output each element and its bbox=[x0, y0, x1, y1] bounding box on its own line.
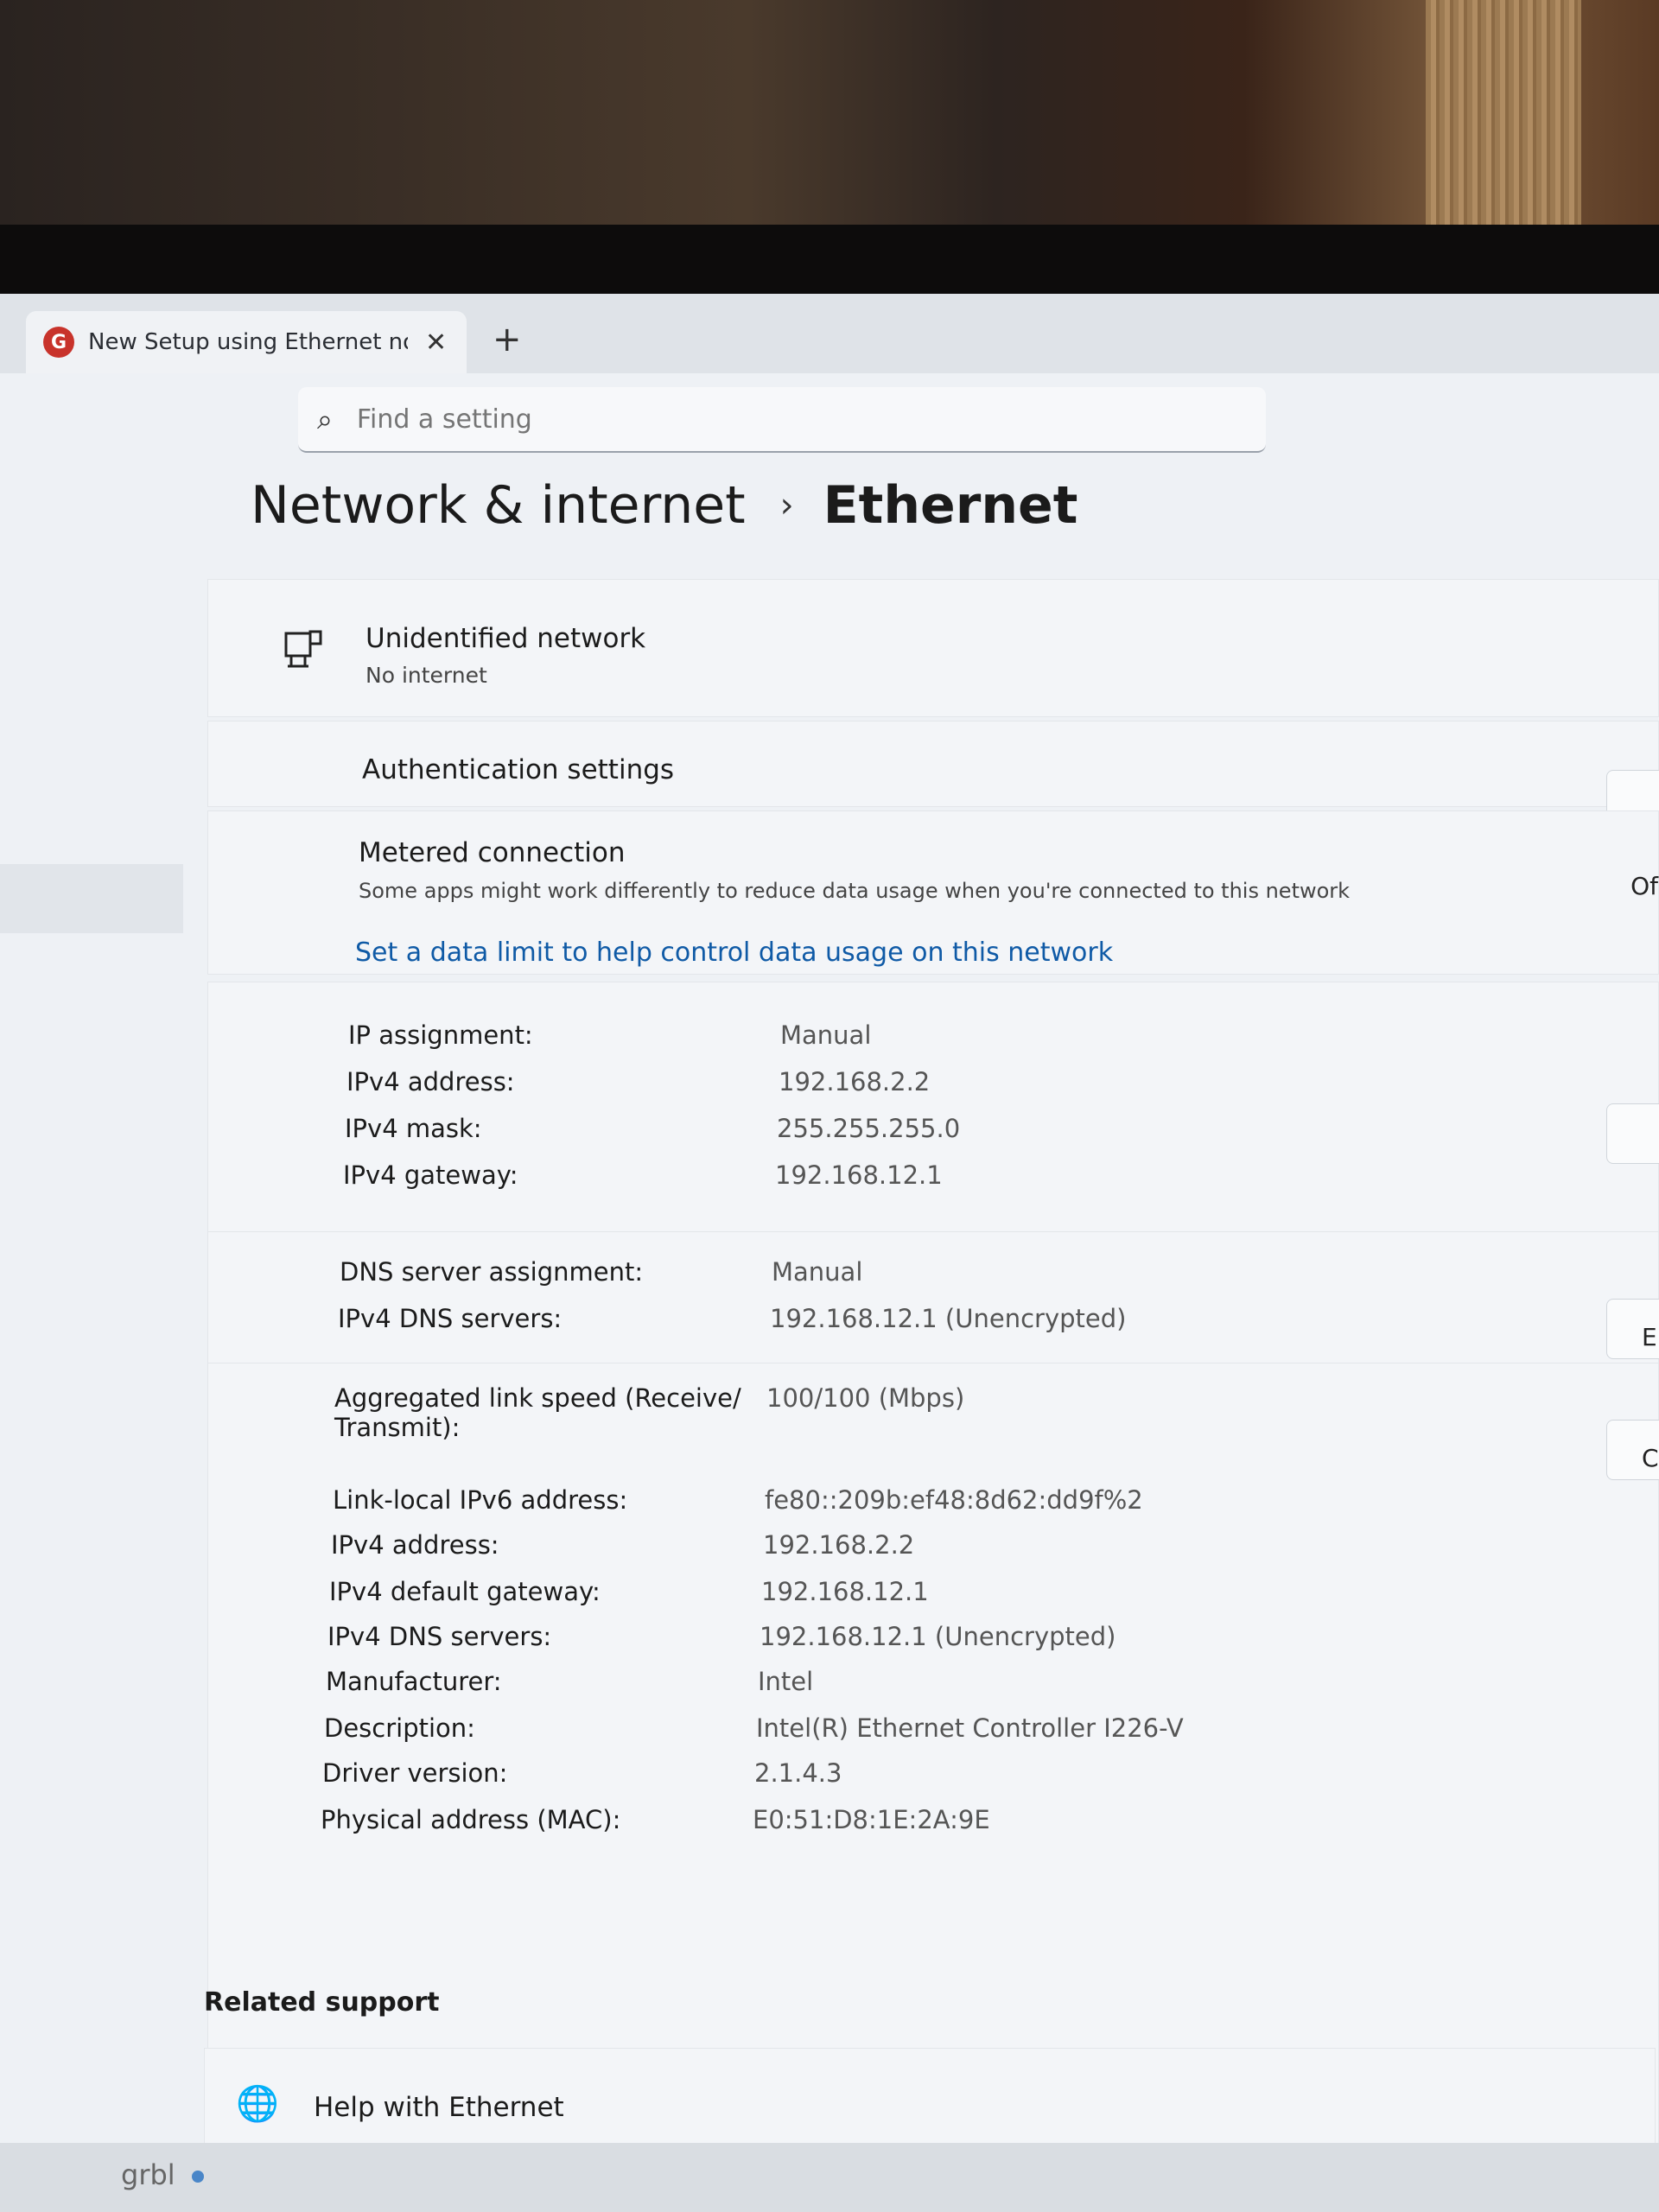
related-support-title: Related support bbox=[204, 1987, 440, 2018]
prop-row: Description: Intel(R) Ethernet Controller… bbox=[324, 1713, 1184, 1743]
properties-card: IP assignment: Manual IPv4 address: 192.… bbox=[207, 982, 1659, 2212]
prop-value: E0:51:D8:1E:2A:9E bbox=[753, 1805, 990, 1834]
prop-row: Driver version: 2.1.4.3 bbox=[322, 1758, 842, 1788]
breadcrumb-parent[interactable]: Network & internet bbox=[251, 475, 746, 536]
prop-label: Description: bbox=[324, 1713, 475, 1743]
globe-icon: 🌐 bbox=[236, 2084, 279, 2124]
network-name: Unidentified network bbox=[365, 623, 646, 654]
search-input[interactable] bbox=[356, 404, 1135, 435]
prop-value: 192.168.12.1 (Unencrypted) bbox=[760, 1622, 1116, 1651]
network-status-card: Unidentified network No internet bbox=[207, 579, 1659, 717]
sidebar-selected-item[interactable] bbox=[0, 864, 183, 933]
search-icon: ⌕ bbox=[317, 402, 333, 435]
prop-value: 2.1.4.3 bbox=[754, 1758, 842, 1788]
prop-row: IPv4 address: 192.168.2.2 bbox=[331, 1530, 914, 1560]
authentication-settings-label: Authentication settings bbox=[362, 754, 675, 785]
prop-ipv4-address: IPv4 address: 192.168.2.2 bbox=[346, 1067, 930, 1096]
metered-connection-title: Metered connection bbox=[359, 837, 626, 868]
prop-label: Manufacturer: bbox=[326, 1667, 502, 1696]
metered-connection-row: Metered connection Some apps might work … bbox=[207, 810, 1659, 975]
prop-value: 192.168.12.1 (Unencrypted) bbox=[770, 1304, 1127, 1333]
prop-row: Link-local IPv6 address: fe80::209b:ef48:… bbox=[333, 1485, 1143, 1515]
prop-row: IPv4 default gateway: 192.168.12.1 bbox=[329, 1577, 929, 1606]
network-status: No internet bbox=[365, 663, 487, 688]
prop-value: fe80::209b:ef48:8d62:dd9f%2 bbox=[765, 1485, 1143, 1515]
prop-label: IP assignment: bbox=[348, 1020, 533, 1050]
metered-connection-toggle[interactable]: Of bbox=[1630, 872, 1658, 900]
help-with-ethernet-label: Help with Ethernet bbox=[314, 2092, 564, 2123]
authentication-settings-row[interactable]: Authentication settings bbox=[207, 721, 1659, 830]
prop-ip-assignment: IP assignment: Manual bbox=[348, 1020, 871, 1050]
prop-value: 192.168.12.1 bbox=[761, 1577, 929, 1606]
copy-button[interactable]: C bbox=[1606, 1420, 1659, 1480]
prop-label: Physical address (MAC): bbox=[321, 1805, 621, 1834]
prop-label: Driver version: bbox=[322, 1758, 508, 1788]
prop-row: Physical address (MAC): E0:51:D8:1E:2A:9E bbox=[321, 1805, 990, 1834]
taskbar-label[interactable]: grbl bbox=[121, 2158, 175, 2191]
prop-label: Aggregated link speed (Receive/ Transmit… bbox=[334, 1383, 741, 1442]
prop-value: 192.168.2.2 bbox=[779, 1067, 931, 1096]
prop-label: IPv4 address: bbox=[331, 1530, 499, 1560]
breadcrumb: Network & internet › Ethernet bbox=[251, 475, 1077, 536]
browser-tabbar: G New Setup using Ethernet not c ✕ + bbox=[0, 294, 1659, 373]
metered-connection-description: Some apps might work differently to redu… bbox=[359, 879, 1351, 903]
prop-label: IPv4 gateway: bbox=[343, 1160, 518, 1190]
prop-label: IPv4 address: bbox=[346, 1067, 515, 1096]
prop-label: IPv4 DNS servers: bbox=[327, 1622, 552, 1651]
prop-value: Intel bbox=[758, 1667, 814, 1696]
settings-screen: G New Setup using Ethernet not c ✕ + ⌕ N… bbox=[0, 294, 1659, 2212]
prop-value: 255.255.255.0 bbox=[777, 1114, 961, 1143]
prop-value: Manual bbox=[780, 1020, 872, 1050]
browser-tab[interactable]: G New Setup using Ethernet not c ✕ bbox=[26, 311, 467, 373]
search-box[interactable]: ⌕ bbox=[298, 387, 1266, 453]
prop-label: Link-local IPv6 address: bbox=[333, 1485, 628, 1515]
prop-label: DNS server assignment: bbox=[340, 1257, 644, 1287]
prop-row: IPv4 DNS servers: 192.168.12.1 (Unencrypt… bbox=[327, 1622, 1116, 1651]
prop-ipv4-mask: IPv4 mask: 255.255.255.0 bbox=[345, 1114, 960, 1143]
ip-edit-button[interactable] bbox=[1606, 1103, 1659, 1164]
prop-ipv4-gateway: IPv4 gateway: 192.168.12.1 bbox=[343, 1160, 943, 1190]
browser-logo-icon: G bbox=[43, 327, 74, 358]
prop-value: 192.168.2.2 bbox=[763, 1530, 915, 1560]
prop-row: Manufacturer: Intel bbox=[326, 1667, 813, 1696]
page-title: Ethernet bbox=[823, 475, 1078, 536]
prop-value: 100/100 (Mbps) bbox=[766, 1383, 965, 1413]
new-tab-button[interactable]: + bbox=[493, 320, 522, 359]
prop-row: Aggregated link speed (Receive/ Transmit… bbox=[334, 1383, 964, 1442]
prop-value: Intel(R) Ethernet Controller I226-V bbox=[756, 1713, 1184, 1743]
chevron-right-icon: › bbox=[779, 486, 794, 525]
prop-label: IPv4 mask: bbox=[345, 1114, 482, 1143]
dns-edit-button[interactable]: E bbox=[1606, 1299, 1659, 1359]
prop-dns-assignment: DNS server assignment: Manual bbox=[340, 1257, 862, 1287]
divider bbox=[208, 1231, 1659, 1232]
tab-title: New Setup using Ethernet not c bbox=[88, 329, 408, 355]
prop-label: IPv4 default gateway: bbox=[329, 1577, 601, 1606]
ethernet-icon bbox=[284, 630, 322, 668]
prop-value: 192.168.12.1 bbox=[775, 1160, 943, 1190]
prop-label: IPv4 DNS servers: bbox=[338, 1304, 563, 1333]
taskbar: grbl bbox=[0, 2143, 1659, 2212]
close-icon[interactable]: ✕ bbox=[425, 327, 447, 358]
status-dot-icon bbox=[192, 2171, 204, 2183]
prop-value: Manual bbox=[772, 1257, 863, 1287]
prop-dns-servers: IPv4 DNS servers: 192.168.12.1 (Unencryp… bbox=[338, 1304, 1126, 1333]
data-limit-link[interactable]: Set a data limit to help control data us… bbox=[355, 938, 1113, 968]
